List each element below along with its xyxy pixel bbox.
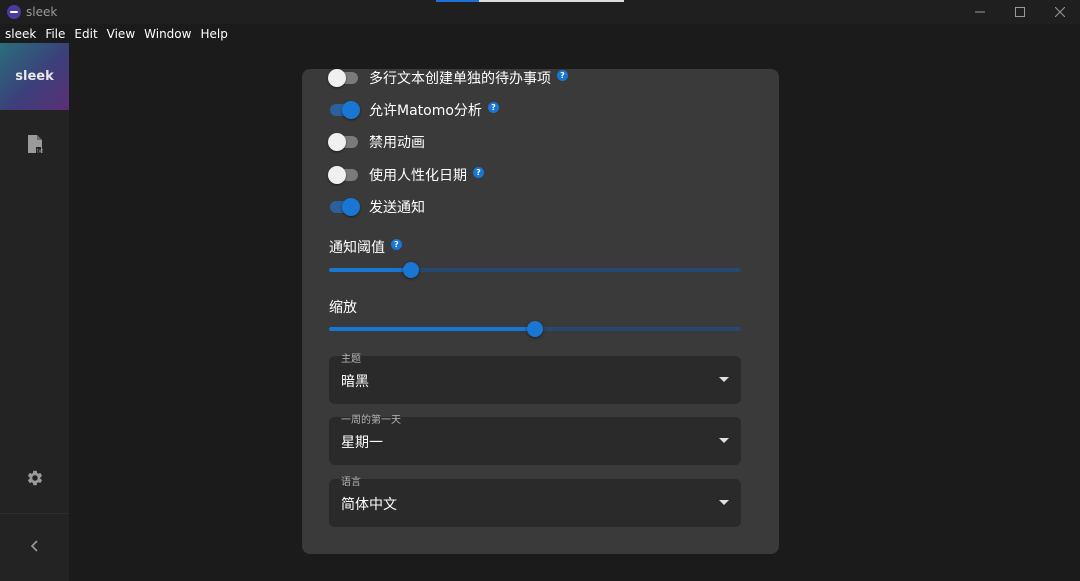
setting-label: 允许Matomo分析 bbox=[369, 103, 482, 119]
setting-notifications: 发送通知 bbox=[328, 195, 425, 219]
logo[interactable]: sleek bbox=[0, 43, 69, 110]
human-dates-toggle[interactable] bbox=[328, 165, 360, 185]
select-value: 星期一 bbox=[341, 435, 383, 451]
slider-fill bbox=[329, 327, 535, 331]
app-icon bbox=[7, 5, 21, 19]
select-label: 主题 bbox=[341, 354, 361, 365]
matomo-toggle[interactable] bbox=[328, 100, 360, 120]
maximize-button[interactable] bbox=[1000, 0, 1040, 24]
sidebar: sleek txt bbox=[0, 43, 69, 581]
help-icon[interactable]: ? bbox=[557, 69, 568, 81]
help-icon[interactable]: ? bbox=[473, 166, 484, 178]
sidebar-divider bbox=[0, 513, 69, 514]
minimize-icon bbox=[975, 11, 985, 13]
slider-thumb[interactable] bbox=[403, 262, 420, 278]
slider-thumb[interactable] bbox=[527, 321, 543, 337]
multiline-todos-toggle[interactable] bbox=[328, 68, 360, 88]
tab-indicator bbox=[436, 0, 479, 2]
setting-label: 发送通知 bbox=[369, 200, 425, 216]
select-label: 一周的第一天 bbox=[341, 415, 401, 426]
theme-select[interactable]: 主题 暗黑 bbox=[329, 354, 741, 404]
setting-human-dates: 使用人性化日期 ? bbox=[328, 163, 484, 187]
menu-sleek[interactable]: sleek bbox=[5, 27, 36, 41]
collapse-sidebar-button[interactable] bbox=[0, 539, 69, 553]
slider-fill bbox=[329, 268, 412, 272]
new-file-button[interactable]: txt bbox=[0, 135, 69, 155]
notification-threshold-slider[interactable] bbox=[329, 261, 741, 279]
select-label: 语言 bbox=[341, 477, 361, 488]
caret-down-icon bbox=[719, 438, 729, 443]
setting-label: 使用人性化日期 bbox=[369, 168, 467, 184]
setting-label: 禁用动画 bbox=[369, 135, 425, 151]
menu-window[interactable]: Window bbox=[144, 27, 191, 41]
settings-button[interactable] bbox=[0, 469, 69, 487]
slider-label-text: 缩放 bbox=[329, 300, 357, 316]
setting-disable-animations: 禁用动画 bbox=[328, 130, 425, 154]
gear-icon bbox=[27, 470, 42, 486]
menu-bar: sleek File Edit View Window Help bbox=[0, 24, 1080, 43]
logo-text: sleek bbox=[15, 69, 54, 84]
help-icon[interactable]: ? bbox=[487, 101, 499, 113]
close-icon bbox=[1055, 7, 1065, 17]
week-start-select[interactable]: 一周的第一天 星期一 bbox=[329, 415, 741, 465]
menu-edit[interactable]: Edit bbox=[74, 27, 97, 41]
minimize-button[interactable] bbox=[960, 0, 1000, 24]
disable-animations-toggle[interactable] bbox=[328, 132, 360, 152]
window-title: sleek bbox=[26, 5, 58, 19]
chevron-left-icon bbox=[30, 540, 38, 552]
notifications-toggle[interactable] bbox=[328, 197, 360, 217]
menu-help[interactable]: Help bbox=[200, 27, 227, 41]
menu-view[interactable]: View bbox=[107, 27, 135, 41]
caret-down-icon bbox=[719, 500, 729, 505]
setting-multiline-todos: 多行文本创建单独的待办事项 ? bbox=[328, 66, 568, 90]
select-value: 简体中文 bbox=[341, 497, 397, 513]
close-button[interactable] bbox=[1040, 0, 1080, 24]
notification-threshold-label: 通知阈值 ? bbox=[329, 237, 402, 257]
setting-matomo: 允许Matomo分析 ? bbox=[328, 98, 499, 122]
svg-text:txt: txt bbox=[36, 149, 43, 155]
setting-label: 多行文本创建单独的待办事项 bbox=[369, 71, 551, 87]
settings-panel: 多行文本创建单独的待办事项 ? 允许Matomo分析 ? 禁用动画 使用人性化日… bbox=[302, 69, 779, 554]
language-select[interactable]: 语言 简体中文 bbox=[329, 477, 741, 527]
zoom-label: 缩放 bbox=[329, 297, 357, 317]
select-value: 暗黑 bbox=[341, 374, 369, 390]
caret-down-icon bbox=[719, 377, 729, 382]
maximize-icon bbox=[1015, 7, 1025, 17]
menu-file[interactable]: File bbox=[45, 27, 65, 41]
title-bar: sleek bbox=[0, 0, 1080, 24]
zoom-slider[interactable] bbox=[329, 320, 741, 338]
file-icon: txt bbox=[27, 135, 43, 155]
help-icon[interactable]: ? bbox=[391, 238, 402, 250]
window-controls bbox=[960, 0, 1080, 24]
slider-label-text: 通知阈值 bbox=[329, 240, 385, 256]
tab-indicator-secondary bbox=[479, 0, 624, 2]
